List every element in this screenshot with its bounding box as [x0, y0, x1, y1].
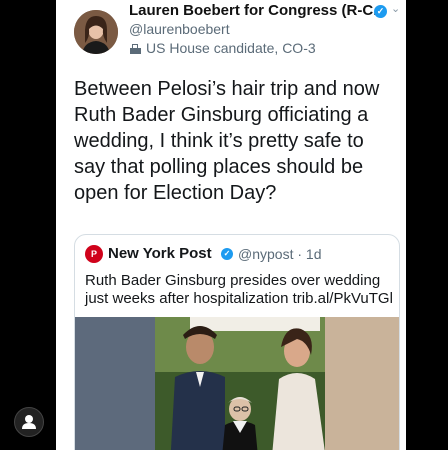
chevron-down-icon[interactable]: ⌄ [391, 2, 400, 15]
nypost-logo-icon: P [85, 245, 103, 263]
tweet-card[interactable]: Lauren Boebert for Congress (R-C... ✓ ⌄ … [56, 0, 406, 450]
ballot-box-icon [130, 44, 141, 54]
quoted-author-name: New York Post [108, 245, 212, 262]
verified-badge-icon: ✓ [221, 248, 233, 260]
quoted-tweet[interactable]: P New York Post ✓ @nypost · 1d Ruth Bade… [74, 234, 400, 450]
author-avatar[interactable] [74, 10, 118, 54]
user-icon [22, 415, 36, 429]
verified-badge-icon: ✓ [374, 5, 387, 18]
author-name[interactable]: Lauren Boebert for Congress (R-C... [129, 2, 386, 19]
quoted-photo[interactable] [75, 317, 399, 450]
candidate-label: US House candidate, CO-3 [129, 40, 316, 56]
author-handle[interactable]: @laurenboebert [129, 21, 230, 37]
candidate-label-text: US House candidate, CO-3 [146, 40, 316, 56]
tweet-text: Between Pelosi’s hair trip and now Ruth … [74, 78, 380, 204]
profile-button[interactable] [14, 407, 44, 437]
quoted-text: Ruth Bader Ginsburg presides over weddin… [85, 272, 393, 307]
quoted-handle: @nypost · 1d [238, 246, 322, 262]
